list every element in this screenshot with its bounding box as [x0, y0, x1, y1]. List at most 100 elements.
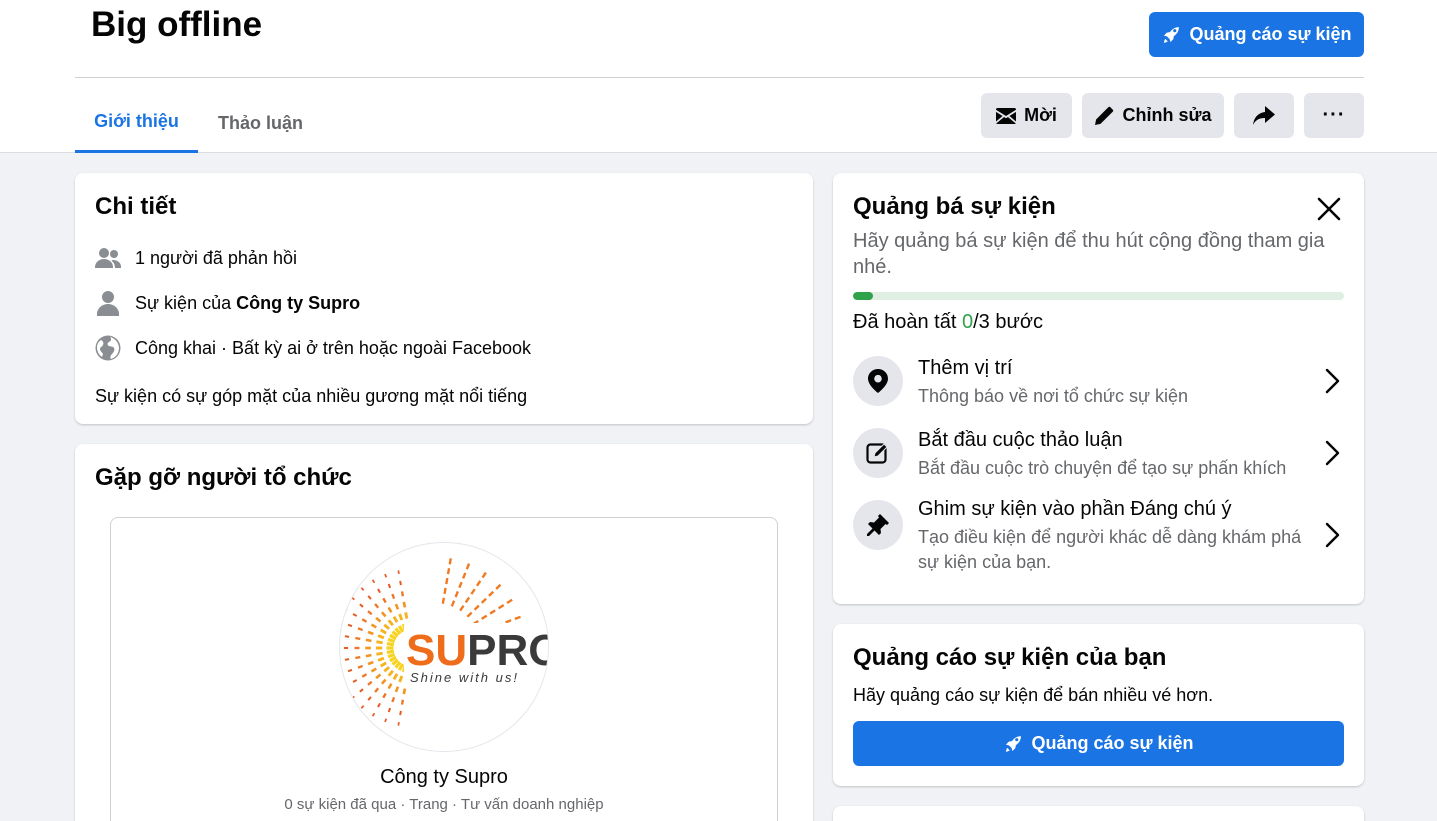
- logo-ray: [380, 611, 387, 618]
- logo-ray: [384, 573, 388, 578]
- logo-ray: [448, 558, 452, 565]
- invite-label: Mời: [1024, 105, 1057, 125]
- organizer-logo[interactable]: SUPROShine with us!: [339, 542, 549, 752]
- logo-ray: [344, 658, 350, 661]
- logo-ray: [380, 678, 387, 685]
- step-start-discussion-desc: Bắt đầu cuộc trò chuyện để tạo sự phấn k…: [918, 458, 1287, 478]
- progress-done-count: 0: [961, 311, 974, 333]
- logo-ray: [375, 673, 382, 680]
- globe-icon: [95, 335, 121, 361]
- progress-total: /3 bước: [973, 311, 1043, 333]
- logo-ray: [354, 646, 360, 650]
- event-title: Big offline: [91, 5, 263, 44]
- logo-ray: [400, 699, 405, 705]
- step-add-location-title: Thêm vị trí: [918, 357, 1013, 379]
- logo-ray: [377, 634, 385, 640]
- logo-ray: [394, 603, 400, 610]
- progress-fill: [853, 292, 873, 300]
- logo-ray: [387, 683, 393, 690]
- logo-ray: [347, 623, 353, 628]
- promote-event-button[interactable]: Quảng cáo sự kiện: [1149, 12, 1364, 57]
- logo-ray: [343, 607, 348, 612]
- chevron-right-icon: [1325, 368, 1340, 394]
- logo-ray: [359, 603, 364, 608]
- logo-ray: [446, 568, 451, 575]
- invite-button[interactable]: Mời: [981, 93, 1072, 138]
- organizer-meta: 0 sự kiện đã qua · Trang · Tư vấn doanh …: [284, 796, 604, 813]
- logo-ray: [347, 668, 353, 673]
- ads-title: Quảng cáo sự kiện của bạn: [853, 644, 1167, 671]
- organizer-profile[interactable]: SUPROShine with us! Công ty Supro 0 sự k…: [110, 517, 778, 821]
- step-add-location[interactable]: Thêm vị trí Thông báo về nơi tổ chức sự …: [853, 356, 1344, 416]
- promote-checklist-card: Quảng bá sự kiện Hãy quảng bá sự kiện để…: [833, 173, 1364, 604]
- logo-ray: [370, 667, 377, 673]
- next-card: [833, 806, 1364, 821]
- step-pin-event[interactable]: Ghim sự kiện vào phần Đáng chú ý Tạo điề…: [853, 498, 1344, 580]
- logo-ray: [382, 597, 387, 604]
- logo-ray: [394, 686, 400, 693]
- event-description: Sự kiện có sự góp mặt của nhiều gương mặ…: [95, 386, 528, 406]
- step-pin-event-title: Ghim sự kiện vào phần Đáng chú ý: [918, 498, 1232, 520]
- organizer-name[interactable]: Công ty Supro: [111, 766, 777, 789]
- logo-ray: [367, 595, 372, 600]
- logo-ray: [489, 609, 496, 615]
- logo-ray: [367, 630, 374, 636]
- edit-button[interactable]: Chỉnh sửa: [1082, 93, 1224, 138]
- logo-ray: [475, 580, 482, 587]
- logo-ray: [397, 570, 400, 575]
- logo-ray: [464, 596, 471, 604]
- logo-ray: [473, 604, 480, 611]
- envelope-icon: [996, 107, 1017, 124]
- ads-promote-button[interactable]: Quảng cáo sự kiện: [853, 721, 1344, 766]
- logo-ray: [387, 707, 392, 713]
- logo-ray: [495, 583, 502, 590]
- logo-ray: [359, 688, 364, 693]
- logo-ray: [376, 640, 383, 645]
- logo-ray: [355, 655, 361, 660]
- logo-ray: [344, 635, 350, 638]
- logo-ray: [392, 615, 399, 623]
- logo-ray: [386, 646, 394, 650]
- logo-ray: [340, 672, 342, 676]
- logo-ray: [343, 684, 348, 689]
- logo-ray: [360, 587, 365, 591]
- logo-ray: [365, 653, 372, 658]
- privacy-text: Công khai · Bất kỳ ai ở trên hoặc ngoài …: [135, 337, 532, 358]
- host-prefix: Sự kiện của: [135, 292, 237, 313]
- logo-ray: [443, 587, 447, 595]
- logo-ray: [481, 614, 488, 620]
- logo-ray: [360, 705, 365, 709]
- logo-ray: [352, 679, 358, 683]
- share-arrow-icon: [1253, 105, 1275, 125]
- logo-ray: [383, 666, 391, 673]
- host-name-link[interactable]: Công ty Supro: [236, 293, 360, 313]
- logo-ray: [399, 710, 402, 716]
- more-options-button[interactable]: ···: [1304, 93, 1364, 138]
- responses-row: 1 người đã phản hồi: [95, 245, 297, 271]
- logo-ray: [465, 563, 471, 570]
- progress-prefix: Đã hoàn tất: [853, 311, 962, 333]
- logo-ray: [370, 623, 377, 629]
- logo-ray: [480, 597, 487, 604]
- logo-ray: [382, 692, 387, 699]
- logo-ray: [383, 623, 391, 630]
- header-divider: [75, 77, 1364, 78]
- tab-about[interactable]: Giới thiệu: [75, 93, 198, 153]
- tab-discussion[interactable]: Thảo luận: [218, 93, 303, 153]
- compose-icon: [853, 428, 903, 478]
- responses-text: 1 người đã phản hồi: [135, 247, 297, 268]
- logo-ray: [402, 688, 407, 695]
- rocket-icon: [1164, 26, 1180, 43]
- logo-ray: [357, 664, 364, 669]
- share-button[interactable]: [1234, 93, 1294, 138]
- logo-ray: [371, 579, 376, 584]
- logo-ray: [497, 604, 505, 610]
- promote-checklist-title: Quảng bá sự kiện: [853, 193, 1056, 220]
- close-icon[interactable]: [1311, 191, 1347, 227]
- logo-ray: [399, 580, 402, 586]
- logo-ray: [351, 596, 355, 601]
- logo-ray: [365, 638, 372, 643]
- logo-ray: [375, 646, 383, 650]
- step-start-discussion[interactable]: Bắt đầu cuộc thảo luận Bắt đầu cuộc trò …: [853, 428, 1344, 488]
- logo-ray: [365, 646, 371, 650]
